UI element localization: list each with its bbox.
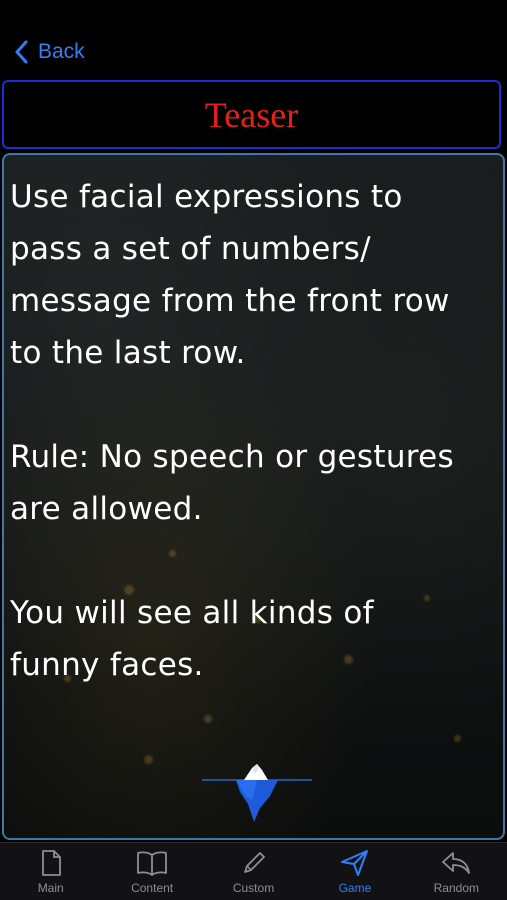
background-light (204, 715, 212, 723)
background-light (454, 735, 461, 742)
reply-arrow-icon (440, 849, 472, 877)
tab-game[interactable]: Game (304, 843, 405, 900)
back-button[interactable]: Back (14, 36, 85, 68)
tab-label: Random (433, 881, 479, 895)
back-label: Back (38, 40, 85, 63)
tab-main[interactable]: Main (0, 843, 101, 900)
content-card: Use facial expressions to pass a set of … (2, 153, 505, 840)
tab-custom[interactable]: Custom (203, 843, 304, 900)
iceberg-logo (202, 760, 312, 822)
document-icon (37, 849, 65, 877)
background-light (144, 755, 153, 764)
tab-label: Main (37, 881, 64, 895)
paper-plane-icon (340, 849, 370, 877)
page-title: Teaser (204, 94, 299, 135)
teaser-description: Use facial expressions to pass a set of … (10, 179, 454, 683)
navigation-bar: Back (0, 0, 507, 78)
tab-content[interactable]: Content (101, 843, 202, 900)
tab-label: Content (131, 881, 174, 895)
book-icon (136, 849, 168, 877)
tab-bar: Main Content Custom Game Random (0, 842, 507, 900)
chevron-left-icon (14, 40, 28, 64)
screen: Back Teaser Use facial expressions to pa… (0, 0, 507, 900)
tab-random[interactable]: Random (406, 843, 507, 900)
title-box: Teaser (2, 80, 501, 149)
tab-label: Game (338, 881, 372, 895)
tab-label: Custom (232, 881, 275, 895)
pencil-icon (240, 849, 268, 877)
